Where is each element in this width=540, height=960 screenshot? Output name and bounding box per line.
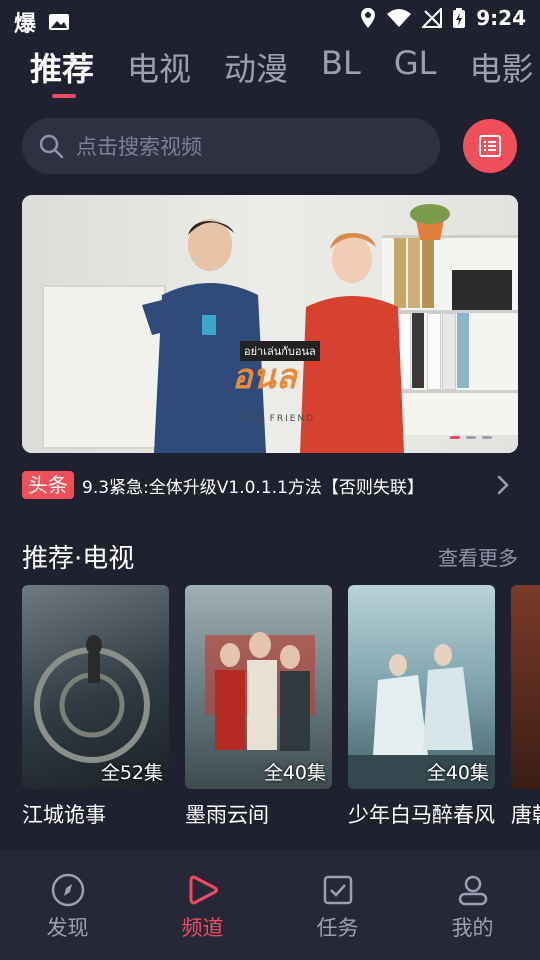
compass-icon bbox=[51, 873, 84, 907]
play-icon bbox=[189, 875, 218, 905]
book bbox=[422, 238, 434, 308]
location-icon bbox=[361, 8, 376, 28]
video-title: 唐朝 bbox=[511, 803, 540, 827]
video-title: 江城诡事 bbox=[22, 803, 106, 827]
book bbox=[452, 270, 512, 310]
episode-count: 全40集 bbox=[263, 762, 326, 784]
category-list-button[interactable] bbox=[463, 119, 517, 173]
carousel-dot[interactable] bbox=[482, 436, 492, 439]
carousel-dot[interactable] bbox=[450, 436, 460, 439]
tab-label: 电影 bbox=[469, 50, 534, 88]
bottom-navigation: 发现 频道 任务 我的 bbox=[0, 850, 540, 960]
app-icon: 爆 bbox=[14, 12, 37, 37]
carousel-dot[interactable] bbox=[466, 436, 476, 439]
wifi-icon bbox=[387, 9, 412, 27]
poster-image: 全40集 bbox=[348, 585, 495, 789]
news-text: 9.3紧急:全体升级V1.0.1.1方法【否则失联】 bbox=[82, 477, 424, 498]
nav-label: 任务 bbox=[316, 916, 359, 940]
nav-profile[interactable]: 我的 bbox=[405, 850, 540, 960]
see-more-link[interactable]: 查看更多 bbox=[438, 542, 518, 571]
book bbox=[412, 313, 424, 388]
status-time: 9:24 bbox=[476, 6, 526, 30]
tab-label: 动漫 bbox=[224, 50, 289, 88]
poster-image: 全40集 bbox=[185, 585, 332, 789]
status-bar: 爆 9:24 bbox=[0, 0, 540, 37]
chevron-right-icon bbox=[497, 475, 509, 495]
list-icon bbox=[479, 135, 501, 157]
profile-icon bbox=[458, 875, 487, 906]
image-icon bbox=[49, 14, 70, 30]
tab-gl[interactable]: GL bbox=[394, 44, 437, 94]
news-ticker[interactable]: 头条 9.3紧急:全体升级V1.0.1.1方法【否则失联】 bbox=[22, 470, 518, 500]
tab-bl[interactable]: BL bbox=[321, 44, 361, 94]
episode-count: 全40集 bbox=[426, 762, 489, 784]
nav-channel[interactable]: 频道 bbox=[135, 850, 270, 960]
tab-tv[interactable]: 电视 bbox=[127, 44, 191, 94]
banner-subtitle: BED FRIEND bbox=[240, 414, 316, 424]
no-signal-icon bbox=[422, 8, 443, 28]
category-tabs: 推荐 电视 动漫 BL GL 电影 bbox=[30, 44, 540, 98]
search-placeholder: 点击搜索视频 bbox=[76, 135, 202, 159]
section-title: 推荐·电视 bbox=[22, 544, 135, 574]
search-icon bbox=[39, 134, 64, 159]
video-title: 少年白马醉春风 bbox=[348, 803, 495, 827]
nav-tasks[interactable]: 任务 bbox=[270, 850, 405, 960]
task-icon bbox=[323, 875, 352, 905]
tab-label: GL bbox=[393, 44, 437, 82]
tab-anime[interactable]: 动漫 bbox=[224, 44, 288, 94]
recommend-tv-list: 全52集 江城诡事 全40集 墨雨云间 全40集 少年白马醉春风 唐 bbox=[22, 585, 540, 835]
carousel-dots bbox=[450, 436, 492, 439]
nav-discover[interactable]: 发现 bbox=[0, 850, 135, 960]
video-card[interactable]: 全40集 少年白马醉春风 bbox=[348, 585, 495, 829]
poster-image bbox=[511, 585, 540, 789]
search-bar[interactable]: 点击搜索视频 bbox=[22, 118, 440, 174]
video-card[interactable]: 全52集 江城诡事 bbox=[22, 585, 169, 829]
nav-label: 我的 bbox=[451, 916, 494, 940]
nav-label: 频道 bbox=[181, 916, 224, 940]
tab-movie[interactable]: 电影 bbox=[469, 44, 533, 94]
video-card[interactable]: 全40集 墨雨云间 bbox=[185, 585, 332, 829]
banner-carousel[interactable]: อนล BED FRIEND อย่าเล่นกับอนล bbox=[22, 195, 518, 453]
news-badge: 头条 bbox=[22, 471, 74, 499]
video-title: 墨雨云间 bbox=[185, 803, 269, 827]
tab-label: 推荐 bbox=[30, 50, 95, 88]
tab-label: 电视 bbox=[127, 50, 192, 88]
book bbox=[427, 313, 441, 390]
battery-charging-icon bbox=[453, 8, 466, 28]
banner-title-art: อย่าเล่นกับอนล bbox=[240, 341, 320, 361]
nav-label: 发现 bbox=[46, 916, 89, 940]
book bbox=[457, 313, 469, 388]
tab-active-indicator bbox=[52, 94, 76, 98]
episode-count: 全52集 bbox=[100, 762, 163, 784]
tab-recommend[interactable]: 推荐 bbox=[30, 44, 95, 98]
poster-image: 全52集 bbox=[22, 585, 169, 789]
tab-label: BL bbox=[321, 44, 361, 82]
video-card[interactable]: 唐朝 bbox=[511, 585, 540, 829]
book bbox=[442, 313, 456, 390]
